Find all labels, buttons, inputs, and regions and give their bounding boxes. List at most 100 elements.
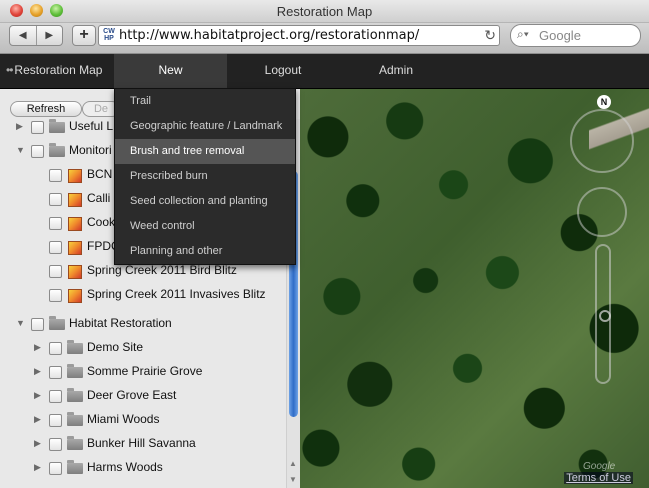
monitoring-icon: [68, 241, 82, 255]
folder-icon: [49, 316, 65, 330]
google-logo: Google: [583, 461, 616, 472]
tree-label: Monitori: [69, 143, 112, 157]
folder-icon: [67, 436, 83, 450]
layer-checkbox[interactable]: [31, 318, 44, 331]
forward-arrow-icon[interactable]: ▶: [37, 26, 63, 45]
layer-checkbox[interactable]: [49, 217, 62, 230]
menu-item-geographic-feature[interactable]: Geographic feature / Landmark: [115, 114, 295, 139]
folder-icon: [67, 412, 83, 426]
expand-arrow-icon[interactable]: ▶: [34, 342, 44, 353]
layer-checkbox[interactable]: [31, 145, 44, 158]
address-bar[interactable]: CW HP http://www.habitatproject.org/rest…: [98, 25, 500, 46]
new-dropdown-menu: Trail Geographic feature / Landmark Brus…: [114, 88, 296, 265]
window-title: Restoration Map: [276, 4, 373, 19]
layer-checkbox[interactable]: [49, 241, 62, 254]
tree-row[interactable]: ▶ Deer Grove East: [0, 384, 286, 408]
tree-label: Harms Woods: [87, 460, 163, 474]
scroll-down-icon[interactable]: ▼: [289, 475, 297, 484]
site-favicon-icon: CW HP: [103, 28, 115, 42]
nav-logout[interactable]: Logout: [240, 54, 326, 88]
expand-arrow-icon[interactable]: ▶: [34, 366, 44, 377]
satellite-map[interactable]: N Google Terms of Use: [300, 89, 649, 488]
browser-toolbar: ◀ ▶ + CW HP http://www.habitatproject.or…: [0, 23, 649, 54]
tree-row[interactable]: Spring Creek 2011 Invasives Blitz: [0, 283, 286, 307]
tree-label: Useful L: [69, 119, 114, 133]
tree-label: Bunker Hill Savanna: [87, 436, 196, 450]
layer-checkbox[interactable]: [49, 366, 62, 379]
tree-label: Spring Creek 2011 Bird Blitz: [87, 263, 237, 277]
tree-label: Miami Woods: [87, 412, 160, 426]
tree-label: Calli: [87, 191, 111, 205]
tree-row[interactable]: ▶ Miami Woods: [0, 408, 286, 432]
expand-arrow-icon[interactable]: ▶: [16, 121, 26, 132]
tree-row[interactable]: ▶ Harms Woods: [0, 456, 286, 480]
tree-label: Demo Site: [87, 340, 144, 354]
brand-label: Restoration Map: [14, 63, 103, 77]
compass-north-icon[interactable]: N: [597, 95, 611, 109]
window-titlebar: Restoration Map: [0, 0, 649, 23]
layer-checkbox[interactable]: [49, 414, 62, 427]
layer-checkbox[interactable]: [49, 342, 62, 355]
layer-checkbox[interactable]: [49, 390, 62, 403]
tree-label: Somme Prairie Grove: [87, 364, 203, 378]
menu-item-seed-collection[interactable]: Seed collection and planting: [115, 189, 295, 214]
collapse-arrow-icon[interactable]: ▼: [16, 145, 26, 155]
folder-icon: [49, 119, 65, 133]
monitoring-icon: [68, 265, 82, 279]
scroll-up-icon[interactable]: ▲: [289, 459, 297, 468]
grip-icon: ••: [6, 63, 13, 77]
search-placeholder: Google: [539, 28, 581, 43]
monitoring-icon: [68, 169, 82, 183]
tree-label: Habitat Restoration: [69, 316, 172, 330]
back-arrow-icon[interactable]: ◀: [10, 26, 37, 45]
tree-label: Cook: [87, 215, 116, 229]
zoom-slider[interactable]: [595, 244, 611, 384]
layer-checkbox[interactable]: [49, 289, 62, 302]
tree-row[interactable]: ▼ Habitat Restoration: [0, 312, 286, 336]
nav-new[interactable]: New: [114, 54, 227, 88]
search-field[interactable]: ⌕▾ Google: [510, 24, 641, 47]
menu-item-planning-other[interactable]: Planning and other: [115, 239, 295, 264]
expand-arrow-icon[interactable]: ▶: [34, 414, 44, 425]
layer-checkbox[interactable]: [49, 169, 62, 182]
pan-control-ring[interactable]: [570, 109, 634, 173]
monitoring-icon: [68, 289, 82, 303]
back-forward-buttons: ◀ ▶: [9, 25, 63, 46]
folder-icon: [67, 364, 83, 378]
monitoring-icon: [68, 217, 82, 231]
tree-row[interactable]: ▶ Somme Prairie Grove: [0, 360, 286, 384]
layer-checkbox[interactable]: [49, 462, 62, 475]
tree-label: Spring Creek 2011 Invasives Blitz: [87, 287, 266, 301]
expand-arrow-icon[interactable]: ▶: [34, 438, 44, 449]
menu-item-weed-control[interactable]: Weed control: [115, 214, 295, 239]
folder-icon: [67, 340, 83, 354]
app-brand[interactable]: •• Restoration Map: [6, 54, 102, 88]
tree-label: BCN: [87, 167, 113, 181]
menu-item-trail[interactable]: Trail: [115, 89, 295, 114]
layer-checkbox[interactable]: [49, 438, 62, 451]
expand-arrow-icon[interactable]: ▶: [34, 462, 44, 473]
monitoring-icon: [68, 193, 82, 207]
add-bookmark-button[interactable]: +: [72, 25, 96, 46]
collapse-arrow-icon[interactable]: ▼: [16, 318, 26, 328]
menu-item-brush-tree-removal[interactable]: Brush and tree removal: [115, 139, 295, 164]
tree-label: Deer Grove East: [87, 388, 177, 402]
layer-checkbox[interactable]: [49, 265, 62, 278]
search-icon: ⌕▾: [517, 27, 529, 41]
app-navbar: •• Restoration Map New Logout Admin: [0, 54, 649, 89]
tree-row[interactable]: ▶ Demo Site: [0, 336, 286, 360]
reload-icon[interactable]: ↻: [484, 27, 496, 44]
tree-row[interactable]: ▶ Bunker Hill Savanna: [0, 432, 286, 456]
layer-checkbox[interactable]: [31, 121, 44, 134]
look-control-ring[interactable]: [577, 187, 627, 237]
zoom-slider-handle[interactable]: [599, 310, 611, 322]
expand-arrow-icon[interactable]: ▶: [34, 390, 44, 401]
menu-item-prescribed-burn[interactable]: Prescribed burn: [115, 164, 295, 189]
terms-of-use-link[interactable]: Terms of Use: [564, 472, 633, 484]
folder-icon: [67, 388, 83, 402]
url-text[interactable]: http://www.habitatproject.org/restoratio…: [119, 28, 419, 43]
folder-icon: [67, 460, 83, 474]
layer-checkbox[interactable]: [49, 193, 62, 206]
folder-icon: [49, 143, 65, 157]
nav-admin[interactable]: Admin: [355, 54, 437, 88]
